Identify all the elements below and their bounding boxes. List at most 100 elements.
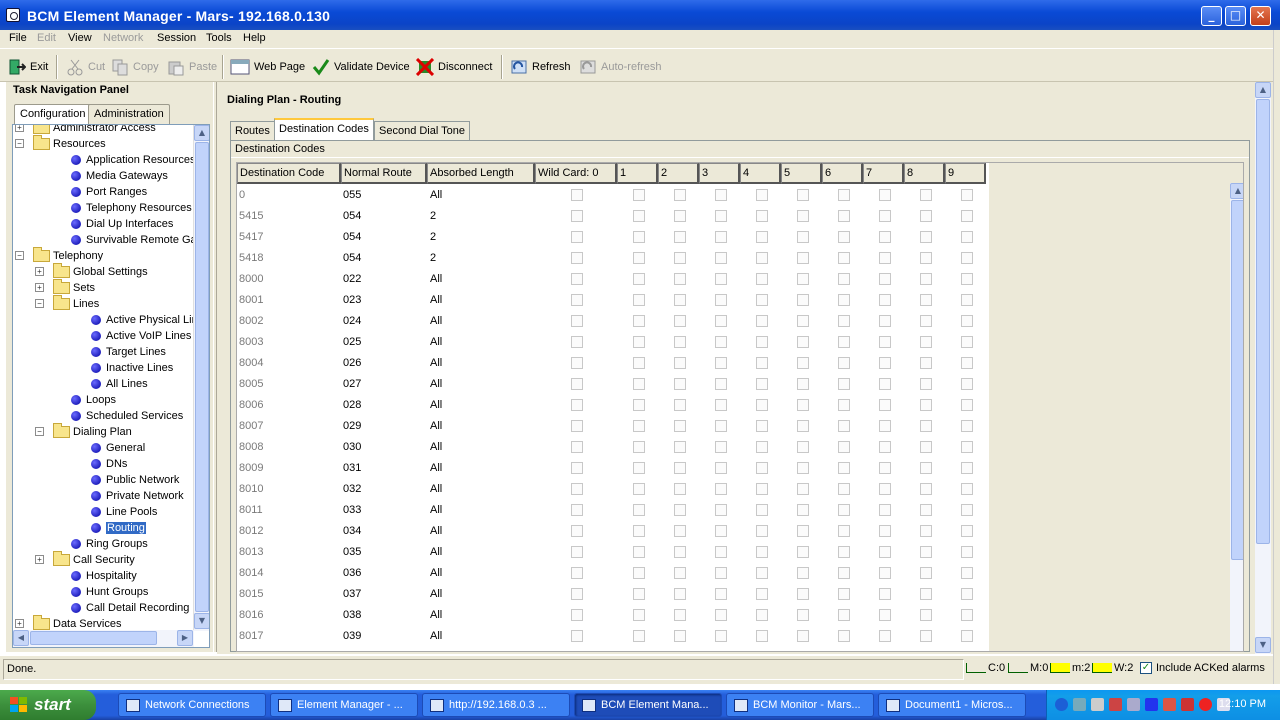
- column-header[interactable]: 9: [945, 163, 986, 184]
- wildcard-4-checkbox[interactable]: [756, 315, 768, 327]
- tab-administration[interactable]: Administration: [88, 104, 170, 124]
- include-acked-checkbox[interactable]: ✓ Include ACKed alarms: [1140, 662, 1265, 674]
- content-scrollbar[interactable]: ▲ ▼: [1255, 82, 1271, 654]
- wildcard-3-checkbox[interactable]: [715, 441, 727, 453]
- absorbed-length-cell[interactable]: All: [430, 626, 442, 647]
- wildcard-7-checkbox[interactable]: [879, 588, 891, 600]
- table-row[interactable]: 8000 022 All: [237, 269, 989, 290]
- table-row[interactable]: 8013 035 All: [237, 542, 989, 563]
- wildcard-8-checkbox[interactable]: [920, 336, 932, 348]
- normal-route-cell[interactable]: 027: [343, 374, 361, 395]
- wildcard-0-checkbox[interactable]: [571, 315, 583, 327]
- table-row[interactable]: 8001 023 All: [237, 290, 989, 311]
- wildcard-9-checkbox[interactable]: [961, 441, 973, 453]
- tree-node[interactable]: Ring Groups: [71, 536, 148, 552]
- absorbed-length-cell[interactable]: All: [430, 605, 442, 626]
- wildcard-1-checkbox[interactable]: [633, 210, 645, 222]
- column-header[interactable]: 7: [863, 163, 904, 184]
- normal-route-cell[interactable]: 025: [343, 332, 361, 353]
- wildcard-4-checkbox[interactable]: [756, 231, 768, 243]
- destination-code-cell[interactable]: 8008: [239, 437, 263, 458]
- wildcard-7-checkbox[interactable]: [879, 399, 891, 411]
- tree-node[interactable]: Survivable Remote Gatew: [71, 232, 209, 248]
- auto-refresh-button[interactable]: Auto-refresh: [579, 57, 662, 77]
- normal-route-cell[interactable]: 033: [343, 500, 361, 521]
- wildcard-4-checkbox[interactable]: [756, 462, 768, 474]
- cut-button[interactable]: Cut: [66, 57, 105, 77]
- wildcard-1-checkbox[interactable]: [633, 399, 645, 411]
- wildcard-5-checkbox[interactable]: [797, 546, 809, 558]
- tree-node[interactable]: General: [91, 440, 145, 456]
- wildcard-3-checkbox[interactable]: [715, 336, 727, 348]
- destination-code-cell[interactable]: 5418: [239, 248, 263, 269]
- wildcard-1-checkbox[interactable]: [633, 357, 645, 369]
- wildcard-2-checkbox[interactable]: [674, 504, 686, 516]
- table-row[interactable]: 8006 028 All: [237, 395, 989, 416]
- column-header[interactable]: 5: [781, 163, 822, 184]
- tree-node[interactable]: Target Lines: [91, 344, 166, 360]
- wildcard-6-checkbox[interactable]: [838, 609, 850, 621]
- wildcard-3-checkbox[interactable]: [715, 399, 727, 411]
- start-button[interactable]: start: [0, 690, 96, 720]
- wildcard-8-checkbox[interactable]: [920, 294, 932, 306]
- wildcard-2-checkbox[interactable]: [674, 399, 686, 411]
- wildcard-7-checkbox[interactable]: [879, 483, 891, 495]
- wildcard-5-checkbox[interactable]: [797, 462, 809, 474]
- menu-edit[interactable]: Edit: [37, 32, 56, 44]
- table-row[interactable]: 8002 024 All: [237, 311, 989, 332]
- wildcard-3-checkbox[interactable]: [715, 567, 727, 579]
- wildcard-0-checkbox[interactable]: [571, 210, 583, 222]
- wildcard-9-checkbox[interactable]: [961, 357, 973, 369]
- wildcard-7-checkbox[interactable]: [879, 231, 891, 243]
- tree-node[interactable]: − Resources: [15, 135, 106, 152]
- tree-node[interactable]: − Dialing Plan: [35, 423, 132, 440]
- wildcard-6-checkbox[interactable]: [838, 420, 850, 432]
- destination-code-cell[interactable]: 8000: [239, 269, 263, 290]
- expand-icon[interactable]: +: [35, 283, 44, 292]
- table-row[interactable]: 8010 032 All: [237, 479, 989, 500]
- absorbed-length-cell[interactable]: All: [430, 353, 442, 374]
- wildcard-9-checkbox[interactable]: [961, 231, 973, 243]
- wildcard-0-checkbox[interactable]: [571, 441, 583, 453]
- destination-code-cell[interactable]: 8009: [239, 458, 263, 479]
- absorbed-length-cell[interactable]: All: [430, 437, 442, 458]
- wildcard-8-checkbox[interactable]: [920, 231, 932, 243]
- wildcard-0-checkbox[interactable]: [571, 546, 583, 558]
- wildcard-0-checkbox[interactable]: [571, 399, 583, 411]
- wildcard-8-checkbox[interactable]: [920, 357, 932, 369]
- destination-code-cell[interactable]: 8002: [239, 311, 263, 332]
- wildcard-0-checkbox[interactable]: [571, 357, 583, 369]
- wildcard-0-checkbox[interactable]: [571, 252, 583, 264]
- wildcard-8-checkbox[interactable]: [920, 420, 932, 432]
- tree-node[interactable]: Hospitality: [71, 568, 137, 584]
- wildcard-5-checkbox[interactable]: [797, 630, 809, 642]
- column-header[interactable]: Normal Route: [341, 163, 427, 184]
- wildcard-3-checkbox[interactable]: [715, 504, 727, 516]
- wildcard-9-checkbox[interactable]: [961, 273, 973, 285]
- tray-back-icon[interactable]: [1055, 698, 1068, 711]
- scroll-up-icon[interactable]: ▲: [1230, 183, 1243, 199]
- wildcard-6-checkbox[interactable]: [838, 630, 850, 642]
- wildcard-0-checkbox[interactable]: [571, 504, 583, 516]
- absorbed-length-cell[interactable]: All: [430, 521, 442, 542]
- wildcard-2-checkbox[interactable]: [674, 273, 686, 285]
- wildcard-2-checkbox[interactable]: [674, 252, 686, 264]
- wildcard-2-checkbox[interactable]: [674, 630, 686, 642]
- tree-node[interactable]: Scheduled Services: [71, 408, 183, 424]
- wildcard-7-checkbox[interactable]: [879, 252, 891, 264]
- validate-device-button[interactable]: Validate Device: [312, 57, 410, 77]
- wildcard-2-checkbox[interactable]: [674, 357, 686, 369]
- wildcard-6-checkbox[interactable]: [838, 357, 850, 369]
- tree-node[interactable]: Routing: [91, 520, 146, 536]
- normal-route-cell[interactable]: 023: [343, 290, 361, 311]
- wildcard-9-checkbox[interactable]: [961, 252, 973, 264]
- table-row[interactable]: 8009 031 All: [237, 458, 989, 479]
- table-row[interactable]: 8012 034 All: [237, 521, 989, 542]
- wildcard-8-checkbox[interactable]: [920, 504, 932, 516]
- tree-node[interactable]: + Call Security: [35, 551, 135, 568]
- wildcard-2-checkbox[interactable]: [674, 588, 686, 600]
- wildcard-5-checkbox[interactable]: [797, 483, 809, 495]
- tab-routes[interactable]: Routes: [230, 121, 275, 140]
- wildcard-3-checkbox[interactable]: [715, 315, 727, 327]
- absorbed-length-cell[interactable]: All: [430, 374, 442, 395]
